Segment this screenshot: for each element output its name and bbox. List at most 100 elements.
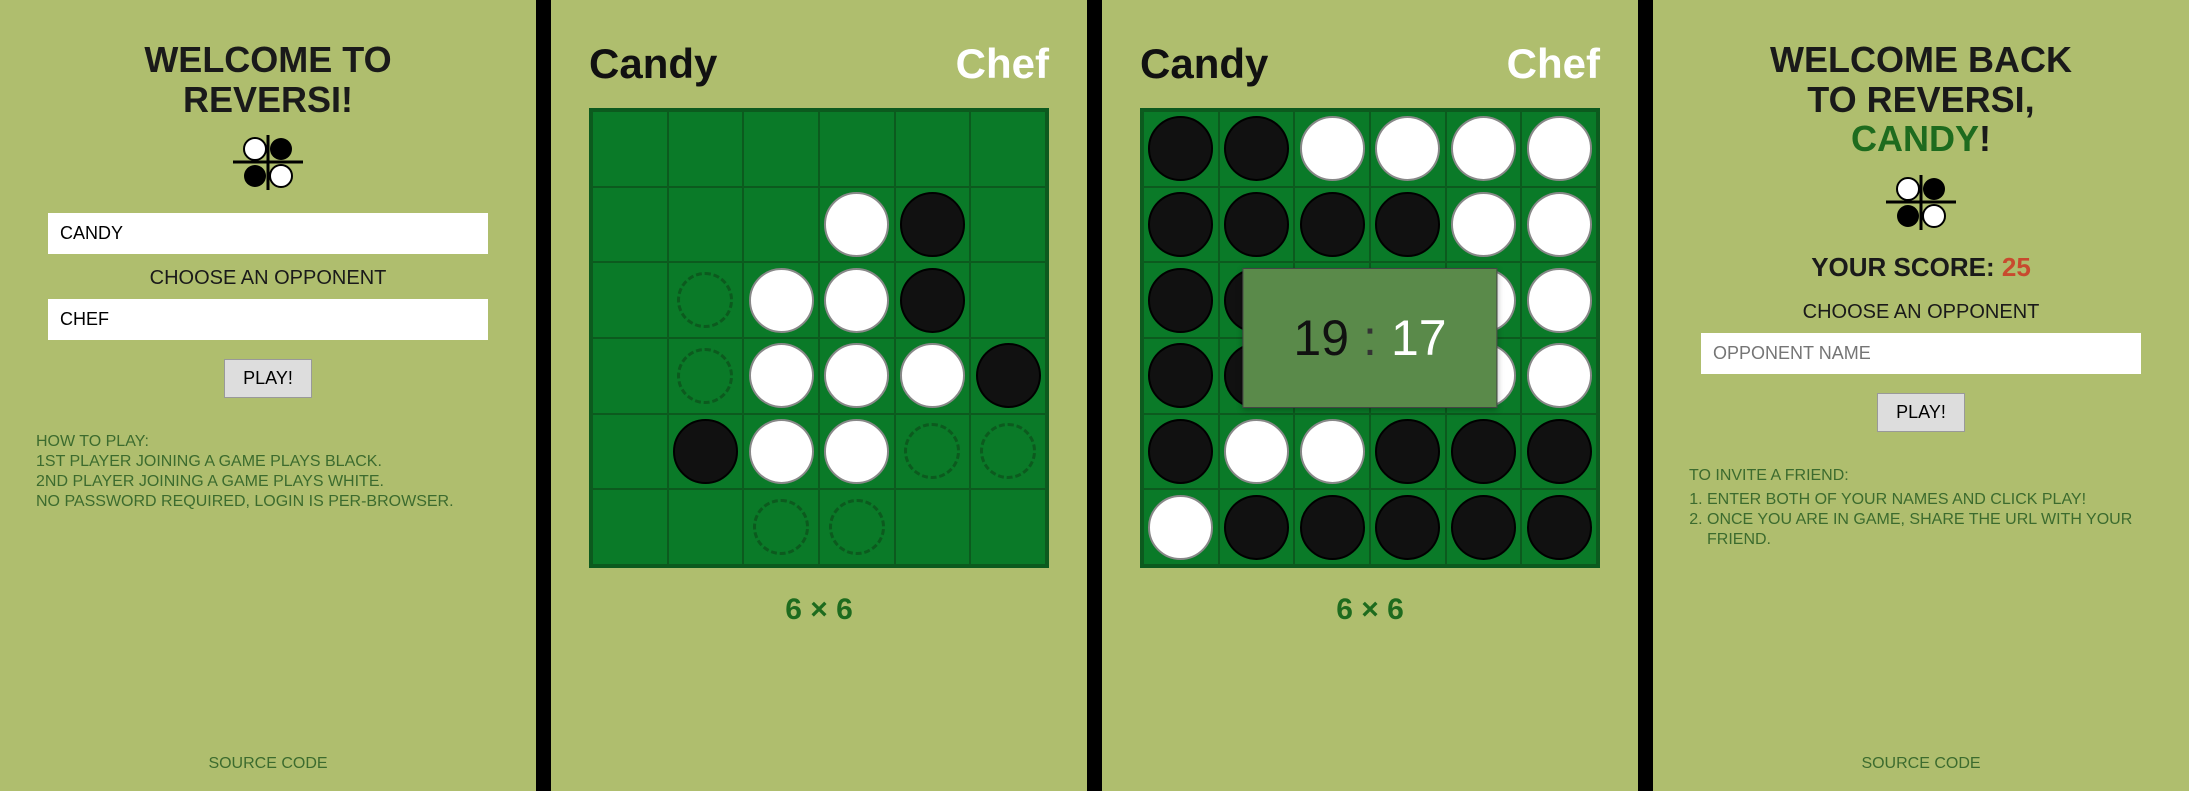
board-cell xyxy=(1294,489,1370,565)
disc-white xyxy=(749,268,814,333)
board-cell xyxy=(1219,414,1295,490)
disc-black xyxy=(1224,116,1289,181)
board-cell[interactable] xyxy=(668,187,744,263)
disc-black xyxy=(1375,192,1440,257)
board-cell[interactable] xyxy=(743,187,819,263)
disc-white xyxy=(749,419,814,484)
board-cell[interactable] xyxy=(819,111,895,187)
board-cell xyxy=(1521,489,1597,565)
board-cell[interactable] xyxy=(668,489,744,565)
disc-white xyxy=(824,419,889,484)
player-black-name: Candy xyxy=(589,40,717,88)
disc-white xyxy=(1527,192,1592,257)
howto-line: 2ND PLAYER JOINING A GAME PLAYS WHITE. xyxy=(36,472,454,492)
board-cell[interactable] xyxy=(895,111,971,187)
board-cell[interactable] xyxy=(970,489,1046,565)
score-black: 19 xyxy=(1293,309,1349,367)
board-cell xyxy=(895,262,971,338)
move-hint-icon[interactable] xyxy=(753,499,809,555)
your-score: YOUR SCORE: 25 xyxy=(1811,252,2031,283)
board-cell xyxy=(1521,187,1597,263)
board-cell[interactable] xyxy=(970,414,1046,490)
disc-white xyxy=(1451,116,1516,181)
source-code-link[interactable]: SOURCE CODE xyxy=(1861,755,1980,773)
board-cell[interactable] xyxy=(970,262,1046,338)
board-cell[interactable] xyxy=(895,489,971,565)
opponent-name-input[interactable] xyxy=(1701,333,2141,374)
board-cell[interactable] xyxy=(970,111,1046,187)
board-cell[interactable] xyxy=(592,187,668,263)
title-line2: REVERSI! xyxy=(144,80,391,120)
title-line1: WELCOME BACK xyxy=(1770,40,2072,80)
board-cell xyxy=(743,262,819,338)
game-end-panel: Candy Chef 19 : 17 6 × 6 xyxy=(1102,0,1638,791)
game-board: 19 : 17 xyxy=(1140,108,1600,568)
move-hint-icon[interactable] xyxy=(980,423,1036,479)
board-cell xyxy=(1143,111,1219,187)
invite-step: ENTER BOTH OF YOUR NAMES AND CLICK PLAY! xyxy=(1707,490,2153,510)
board-cell xyxy=(1294,111,1370,187)
board-cell[interactable] xyxy=(895,414,971,490)
score-label: YOUR SCORE: xyxy=(1811,252,2002,282)
disc-black xyxy=(1148,343,1213,408)
source-code-link[interactable]: SOURCE CODE xyxy=(208,755,327,773)
move-hint-icon[interactable] xyxy=(829,499,885,555)
invite-title: TO INVITE A FRIEND: xyxy=(1689,466,2153,486)
title-line1: WELCOME TO xyxy=(144,40,391,80)
board-cell xyxy=(895,187,971,263)
board-cell[interactable] xyxy=(592,414,668,490)
disc-black xyxy=(1224,495,1289,560)
disc-black xyxy=(976,343,1041,408)
disc-white xyxy=(1527,268,1592,333)
reversi-logo-icon xyxy=(233,135,303,190)
players-header: Candy Chef xyxy=(589,40,1049,88)
move-hint-icon[interactable] xyxy=(677,348,733,404)
disc-black xyxy=(1451,495,1516,560)
board-cell xyxy=(819,414,895,490)
board-cell[interactable] xyxy=(743,489,819,565)
board-cell xyxy=(1143,187,1219,263)
board-cell xyxy=(970,338,1046,414)
invite-block: TO INVITE A FRIEND: ENTER BOTH OF YOUR N… xyxy=(1673,466,2169,550)
board-cell xyxy=(1143,338,1219,414)
disc-white xyxy=(1300,419,1365,484)
board-cell[interactable] xyxy=(592,111,668,187)
welcome-back-title: WELCOME BACK TO REVERSI, CANDY! xyxy=(1770,40,2072,159)
board-cell xyxy=(1370,187,1446,263)
board-cell[interactable] xyxy=(592,338,668,414)
move-hint-icon[interactable] xyxy=(677,272,733,328)
disc-black xyxy=(1527,495,1592,560)
disc-black xyxy=(1375,495,1440,560)
play-button[interactable]: PLAY! xyxy=(1877,393,1965,432)
board-cell[interactable] xyxy=(668,338,744,414)
board-cell[interactable] xyxy=(743,111,819,187)
disc-black xyxy=(673,419,738,484)
reversi-logo-icon xyxy=(1886,175,1956,230)
board-cell xyxy=(1446,187,1522,263)
opponent-name-input[interactable] xyxy=(48,299,488,340)
disc-black xyxy=(1375,419,1440,484)
board-cell[interactable] xyxy=(819,489,895,565)
play-button[interactable]: PLAY! xyxy=(224,359,312,398)
welcome-panel: WELCOME TO REVERSI! CHOOSE AN OPPONENT P… xyxy=(0,0,536,791)
board-cell xyxy=(1446,414,1522,490)
game-panel: Candy Chef 6 × 6 xyxy=(551,0,1087,791)
disc-white xyxy=(1300,116,1365,181)
disc-white xyxy=(1451,192,1516,257)
board-cell[interactable] xyxy=(668,262,744,338)
disc-black xyxy=(1300,192,1365,257)
disc-black xyxy=(1224,192,1289,257)
disc-black xyxy=(900,192,965,257)
welcome-back-panel: WELCOME BACK TO REVERSI, CANDY! YOUR SCO… xyxy=(1653,0,2189,791)
move-hint-icon[interactable] xyxy=(904,423,960,479)
board-cell[interactable] xyxy=(592,262,668,338)
title-line3: CANDY! xyxy=(1770,119,2072,159)
board-cell[interactable] xyxy=(592,489,668,565)
disc-black xyxy=(1148,268,1213,333)
score-separator: : xyxy=(1363,309,1377,367)
board-cell xyxy=(1143,262,1219,338)
board-cell[interactable] xyxy=(668,111,744,187)
player-name-input[interactable] xyxy=(48,213,488,254)
player-white-name: Chef xyxy=(1507,40,1600,88)
board-cell[interactable] xyxy=(970,187,1046,263)
